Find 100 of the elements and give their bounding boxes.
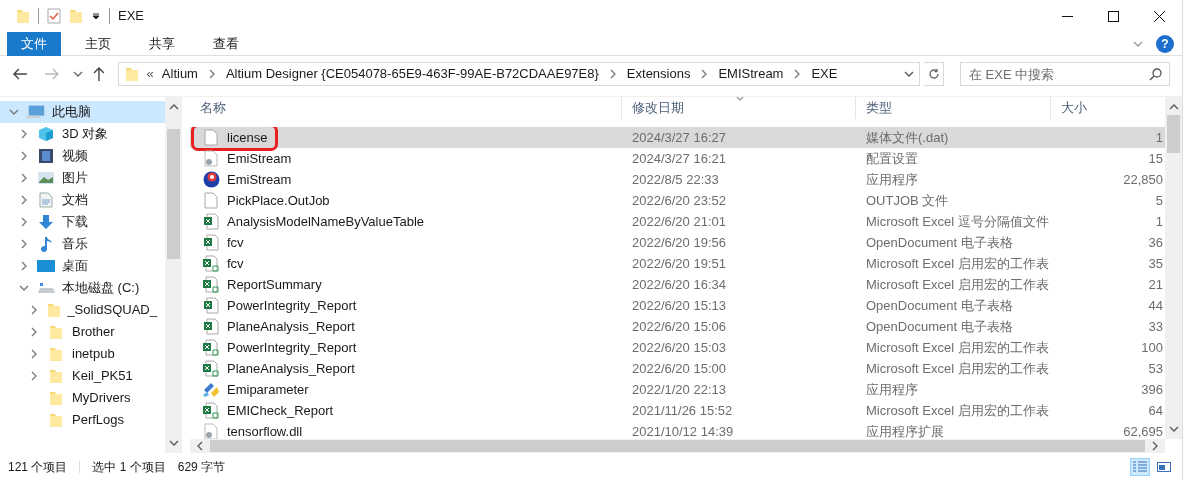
breadcrumb[interactable]: Extensions (626, 64, 691, 84)
scroll-thumb[interactable] (1167, 115, 1180, 153)
column-header[interactable]: 大小 (1051, 97, 1165, 119)
file-type: 应用程序 (865, 380, 919, 399)
close-icon (1153, 10, 1165, 22)
tree-item[interactable]: Keil_PK51 (0, 365, 165, 387)
spreadsheet-icon (203, 234, 219, 251)
ribbon-tab[interactable]: 查看 (199, 31, 253, 56)
file-row[interactable]: license 2024/3/27 16:27 媒体文件(.dat) 1 (190, 127, 1165, 148)
maximize-icon (1107, 10, 1119, 22)
scroll-thumb[interactable] (167, 129, 180, 259)
file-row[interactable]: PowerIntegrity_Report 2022/6/20 15:03 Microsoft Excel 启用宏的工作表 100 (190, 337, 1165, 358)
scroll-thumb[interactable] (210, 440, 1145, 452)
tree-item[interactable]: 文档 (0, 189, 165, 211)
tree-item-label: 3D 对象 (62, 125, 109, 144)
file-row[interactable]: PowerIntegrity_Report 2022/6/20 15:13 OpenDocument 电子表格 44 (190, 295, 1165, 316)
tree-item[interactable]: inetpub (0, 343, 165, 365)
tree-item[interactable]: 桌面 (0, 255, 165, 277)
file-row[interactable]: Emiparameter 2022/1/20 22:13 应用程序 396 (190, 379, 1165, 400)
path-overflow[interactable]: « (146, 64, 154, 84)
scrollbar[interactable] (1165, 97, 1182, 439)
tree-item[interactable]: MyDrivers (0, 387, 165, 409)
back-icon[interactable] (12, 67, 28, 81)
desktop-icon (37, 259, 55, 273)
folder-icon (69, 8, 83, 24)
file-row[interactable]: AnalysisModelNameByValueTable 2022/6/20 21:01 Microsoft Excel 逗号分隔值文件 1 (190, 211, 1165, 232)
breadcrumb[interactable]: Altium (161, 64, 198, 84)
file-type: 媒体文件(.dat) (865, 128, 950, 147)
column-header[interactable]: 修改日期 (622, 97, 856, 119)
file-row[interactable]: EmiStream 2022/8/5 22:33 应用程序 22,850 (190, 169, 1165, 190)
drive-icon (37, 281, 55, 295)
tree-item[interactable]: 本地磁盘 (C:) (0, 277, 165, 299)
tree-item[interactable]: 视频 (0, 145, 165, 167)
address-bar[interactable]: « Altium Altium Designer {CE054078-65E9-463F-99AE-B72CDAAE97E8} Extensions EMIStream EXE (117, 62, 921, 86)
spreadsheet-icon (203, 213, 219, 230)
spreadsheet-macro-icon (203, 360, 219, 377)
file-row[interactable]: PlaneAnalysis_Report 2022/6/20 15:06 OpenDocument 电子表格 33 (190, 316, 1165, 337)
folder-icon (49, 390, 63, 406)
file-row[interactable]: fcv 2022/6/20 19:51 Microsoft Excel 启用宏的工作表 35 (190, 253, 1165, 274)
tree-item[interactable]: PerfLogs (0, 409, 165, 431)
computer-icon (26, 104, 46, 120)
search-field[interactable]: 在 EXE 中搜索 (960, 62, 1170, 86)
tree-item[interactable]: 3D 对象 (0, 123, 165, 145)
file-name: tensorflow.dll (227, 422, 303, 439)
tree-item-label: Keil_PK51 (72, 367, 133, 386)
file-row[interactable]: PlaneAnalysis_Report 2022/6/20 15:00 Microsoft Excel 启用宏的工作表 53 (190, 358, 1165, 379)
tree-item[interactable]: Brother (0, 321, 165, 343)
file-size: 53 (1147, 359, 1164, 378)
file-name: fcv (227, 233, 244, 252)
ribbon-tab[interactable]: 共享 (135, 31, 189, 56)
tree-item[interactable]: 此电脑 (0, 101, 165, 123)
ribbon-tab[interactable]: 文件 (7, 31, 61, 56)
ribbon-tab[interactable]: 主页 (71, 31, 125, 56)
tree-item-label: 本地磁盘 (C:) (62, 279, 140, 298)
folder-icon (49, 368, 63, 384)
modified-date: 2022/6/20 15:03 (631, 338, 727, 357)
horizontal-scrollbar[interactable] (190, 439, 1165, 453)
file-row[interactable]: EmiStream 2024/3/27 16:21 配置设置 15 (190, 148, 1165, 169)
file-name: EMICheck_Report (227, 401, 334, 420)
film-icon (38, 148, 54, 164)
breadcrumb[interactable]: EXE (811, 64, 838, 84)
file-type: OpenDocument 电子表格 (865, 317, 1014, 336)
file-row[interactable]: tensorflow.dll 2021/10/12 14:39 应用程序扩展 62,695 (190, 421, 1165, 439)
properties-icon[interactable] (47, 8, 61, 24)
scrollbar[interactable] (165, 97, 182, 453)
file-row[interactable]: EMICheck_Report 2021/11/26 15:52 Microsoft Excel 启用宏的工作表 64 (190, 400, 1165, 421)
file-size: 62,695 (1122, 422, 1164, 439)
status-text: 选中 1 个项目 (92, 458, 166, 476)
file-row[interactable]: fcv 2022/6/20 19:56 OpenDocument 电子表格 36 (190, 232, 1165, 253)
tree-item[interactable]: 图片 (0, 167, 165, 189)
download-icon (38, 214, 54, 230)
help-button[interactable]: ? (1156, 34, 1174, 53)
modified-date: 2022/6/20 15:00 (631, 359, 727, 378)
tree-item-label: 下载 (62, 213, 88, 232)
file-row[interactable]: PickPlace.OutJob 2022/6/20 23:52 OUTJOB 文件 5 (190, 190, 1165, 211)
status-text: 629 字节 (177, 458, 226, 476)
details-view-button[interactable] (1130, 457, 1150, 476)
forward-icon[interactable] (43, 67, 60, 81)
tree-item[interactable]: 音乐 (0, 233, 165, 255)
tree-item[interactable]: 下载 (0, 211, 165, 233)
dropdown-icon[interactable] (91, 11, 101, 21)
tree-item-label: 图片 (62, 169, 88, 188)
refresh-button[interactable] (924, 62, 944, 86)
file-type: Microsoft Excel 启用宏的工作表 (865, 254, 1050, 273)
file-name: AnalysisModelNameByValueTable (227, 212, 425, 231)
tree-item-label: inetpub (72, 345, 115, 364)
file-type: OpenDocument 电子表格 (865, 233, 1014, 252)
breadcrumb[interactable]: Altium Designer {CE054078-65E9-463F-99AE-B72CDAAE97E8} (225, 64, 599, 84)
file-size: 1 (1154, 212, 1164, 231)
file-name: PlaneAnalysis_Report (227, 317, 355, 336)
tree-item[interactable]: _SolidSQUAD_ (0, 299, 165, 321)
breadcrumb[interactable]: EMIStream (718, 64, 784, 84)
spreadsheet-macro-icon (203, 339, 219, 356)
column-header[interactable]: 类型 (856, 97, 1051, 119)
file-name: ReportSummary (227, 275, 322, 294)
file-size: 1 (1154, 128, 1164, 147)
column-header[interactable]: 名称 (190, 97, 622, 119)
file-row[interactable]: ReportSummary 2022/6/20 16:34 Microsoft Excel 启用宏的工作表 21 (190, 274, 1165, 295)
up-icon[interactable] (91, 66, 106, 82)
tree-item-label: 桌面 (62, 257, 88, 276)
